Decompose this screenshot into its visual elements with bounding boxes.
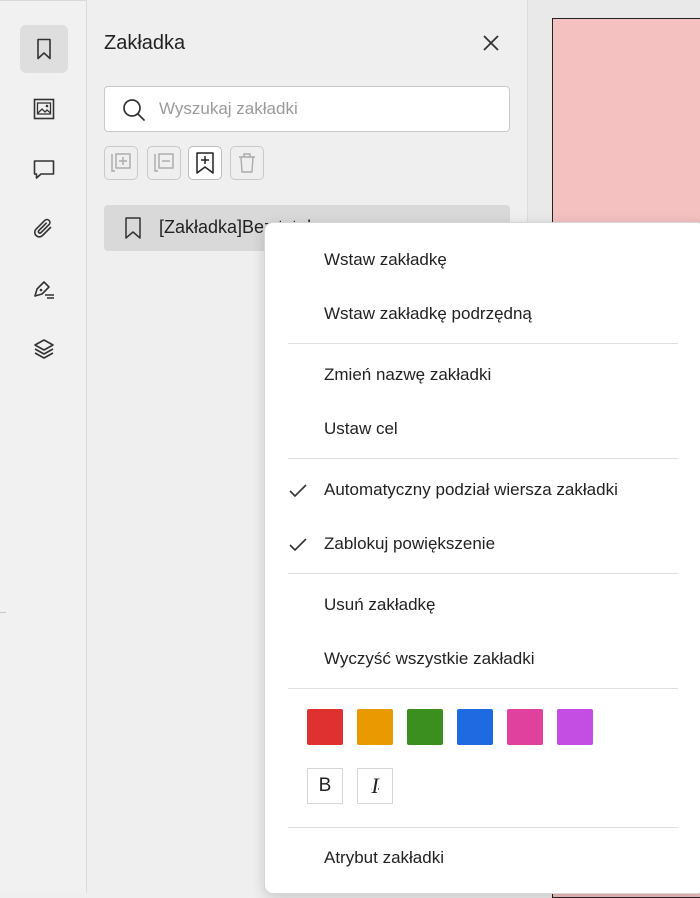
left-toolbar	[0, 0, 700, 893]
signature-icon	[34, 281, 54, 299]
image-icon	[33, 98, 55, 120]
signatures-panel-button[interactable]	[20, 265, 68, 313]
color-swatch-pink[interactable]	[507, 709, 543, 745]
menu-separator	[288, 688, 678, 689]
collapse-all-button[interactable]	[147, 146, 181, 180]
color-swatch-green[interactable]	[407, 709, 443, 745]
panel-title: Zakładka	[104, 32, 186, 54]
close-panel-button[interactable]	[478, 30, 504, 56]
menu-insert-bookmark[interactable]: Wstaw zakładkę	[265, 237, 700, 285]
color-swatch-purple[interactable]	[557, 709, 593, 745]
menu-bookmark-attributes[interactable]: Atrybut zakładki	[265, 835, 700, 883]
bookmark-context-menu: Wstaw zakładkę Wstaw zakładkę podrzędną …	[264, 222, 700, 894]
checkmark-icon	[289, 484, 307, 498]
add-bookmark-button[interactable]	[188, 146, 222, 180]
checkmark-icon	[289, 538, 307, 552]
menu-insert-child-bookmark[interactable]: Wstaw zakładkę podrzędną	[265, 291, 700, 339]
menu-delete-bookmark[interactable]: Usuń zakładkę	[265, 582, 700, 630]
bookmarks-panel-button[interactable]	[20, 25, 68, 73]
menu-separator	[288, 458, 678, 459]
bookmark-icon	[125, 217, 141, 239]
close-icon	[483, 35, 499, 51]
comments-panel-button[interactable]	[20, 145, 68, 193]
menu-separator	[288, 573, 678, 574]
menu-clear-all-bookmarks[interactable]: Wyczyść wszystkie zakładki	[265, 636, 700, 684]
layers-panel-button[interactable]	[20, 325, 68, 373]
attachment-icon	[33, 218, 52, 238]
color-swatch-orange[interactable]	[357, 709, 393, 745]
bookmark-search	[104, 86, 510, 132]
menu-auto-wrap[interactable]: Automatyczny podział wiersza zakładki	[265, 467, 700, 515]
color-swatch-blue[interactable]	[457, 709, 493, 745]
comment-icon	[33, 160, 55, 179]
color-swatch-red[interactable]	[307, 709, 343, 745]
menu-set-target[interactable]: Ustaw cel	[265, 406, 700, 454]
delete-bookmark-button[interactable]	[230, 146, 264, 180]
search-icon	[123, 99, 145, 121]
expand-all-button[interactable]	[104, 146, 138, 180]
italic-button[interactable]: I	[357, 768, 393, 804]
add-bookmark-icon	[196, 152, 214, 174]
attachments-panel-button[interactable]	[20, 205, 68, 253]
menu-separator	[288, 827, 678, 828]
menu-separator	[288, 343, 678, 344]
bold-button[interactable]: B	[307, 768, 343, 804]
menu-rename-bookmark[interactable]: Zmień nazwę zakładki	[265, 352, 700, 400]
images-panel-button[interactable]	[20, 85, 68, 133]
search-input[interactable]	[159, 87, 489, 131]
collapse-all-icon	[154, 153, 174, 172]
delete-icon	[239, 153, 255, 173]
menu-lock-zoom[interactable]: Zablokuj powiększenie	[265, 521, 700, 569]
bookmark-icon	[37, 38, 51, 60]
layers-icon	[34, 339, 54, 359]
expand-all-icon	[111, 153, 131, 172]
